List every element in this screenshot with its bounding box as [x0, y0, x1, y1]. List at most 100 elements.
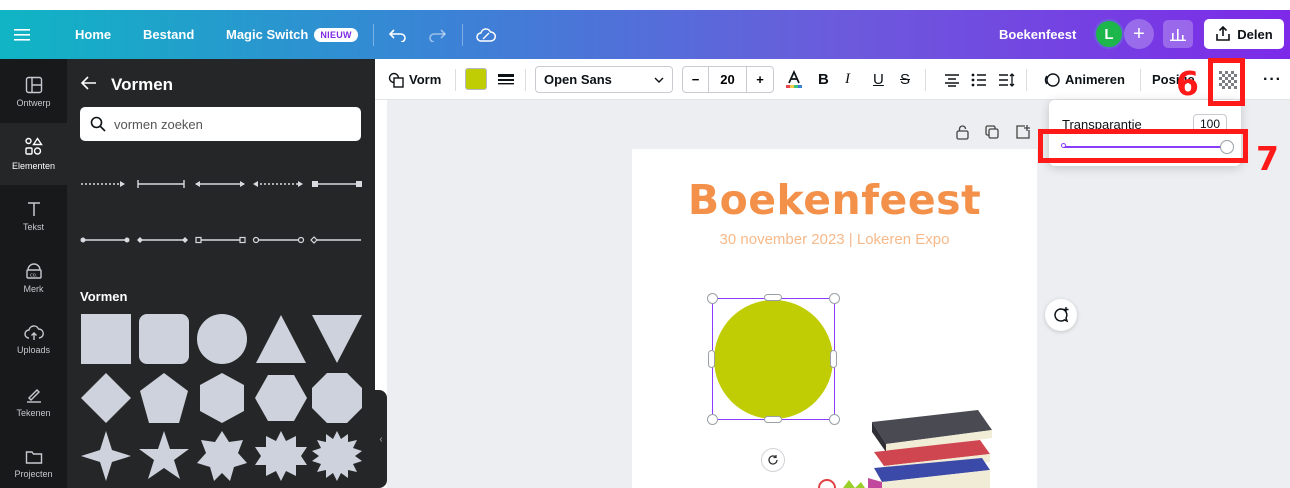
upload-cloud-icon — [23, 325, 44, 340]
panel-title: Vormen — [111, 75, 174, 94]
add-comment-button[interactable] — [1045, 299, 1077, 331]
menu-icon[interactable] — [14, 10, 30, 59]
draw-icon — [26, 389, 41, 403]
resize-handle-bottom[interactable] — [764, 416, 782, 423]
cloud-sync-icon[interactable] — [476, 10, 496, 59]
left-rail: Ontwerp Elementen Tekst co. Merk Uploads… — [0, 59, 67, 488]
search-input[interactable] — [114, 116, 354, 132]
annotation-box-6 — [1208, 58, 1245, 106]
back-arrow-icon[interactable] — [80, 75, 97, 95]
nav-home[interactable]: Home — [75, 10, 111, 59]
new-badge: NIEUW — [314, 27, 358, 42]
context-toolbar: Vorm Open Sans − 20 + B I U S Animeren P… — [375, 59, 1290, 100]
shape-search[interactable] — [80, 107, 361, 141]
rail-item-tekst[interactable]: Tekst — [0, 185, 67, 247]
bold-button[interactable]: B — [818, 59, 829, 100]
shapes-row-2[interactable] — [80, 372, 363, 424]
resize-handle-tr[interactable] — [829, 293, 840, 304]
line-styles-row-1[interactable] — [80, 177, 363, 191]
shapes-row-1[interactable] — [80, 313, 363, 365]
text-icon — [27, 202, 40, 216]
shapes-row-3[interactable] — [80, 430, 363, 482]
share-button[interactable]: Delen — [1204, 19, 1284, 49]
rotate-icon — [768, 455, 778, 465]
rail-label: Elementen — [11, 161, 56, 171]
rail-item-merk[interactable]: co. Merk — [0, 247, 67, 309]
font-size-value[interactable]: 20 — [709, 67, 747, 92]
rail-item-tekenen[interactable]: Tekenen — [0, 371, 67, 433]
selection-box — [712, 298, 835, 420]
canvas-subtitle[interactable]: 30 november 2023 | Lokeren Expo — [632, 231, 1037, 248]
resize-handle-top[interactable] — [764, 294, 782, 301]
redo-icon[interactable] — [428, 10, 446, 59]
share-icon — [1216, 26, 1231, 41]
nav-magic-switch[interactable]: Magic Switch NIEUW — [226, 10, 358, 59]
font-family-value: Open Sans — [544, 72, 612, 87]
fill-color-swatch[interactable] — [465, 68, 487, 90]
resize-handle-br[interactable] — [829, 414, 840, 425]
resize-handle-right[interactable] — [830, 350, 837, 368]
shape-type-icon — [388, 72, 404, 88]
annotation-number-7: 7 — [1256, 139, 1279, 178]
books-illustration[interactable] — [862, 408, 994, 488]
align-center-icon[interactable] — [944, 59, 960, 100]
shapes-panel: Vormen Vormen — [67, 59, 375, 488]
resize-handle-tl[interactable] — [707, 293, 718, 304]
annotation-number-6: 6 — [1176, 64, 1199, 103]
magic-switch-label: Magic Switch — [226, 27, 309, 42]
share-label: Delen — [1237, 26, 1273, 42]
border-style-icon[interactable] — [498, 59, 514, 100]
avatar[interactable]: L — [1094, 19, 1124, 49]
add-page-icon[interactable] — [1016, 123, 1030, 141]
leaf-decoration — [818, 479, 865, 488]
elements-icon — [24, 137, 43, 155]
font-size-stepper[interactable]: − 20 + — [682, 66, 774, 93]
animate-label: Animeren — [1065, 72, 1125, 87]
rotate-handle[interactable] — [761, 448, 785, 472]
rail-item-elementen[interactable]: Elementen — [0, 123, 67, 185]
rail-label: Merk — [23, 284, 44, 294]
add-collaborator-icon[interactable]: + — [1124, 19, 1154, 49]
rail-label: Tekst — [22, 222, 44, 232]
font-family-select[interactable]: Open Sans — [535, 66, 673, 93]
rail-label: Uploads — [16, 345, 51, 355]
more-options-button[interactable]: ··· — [1263, 59, 1282, 100]
search-icon — [90, 116, 106, 132]
rail-item-uploads[interactable]: Uploads — [0, 309, 67, 371]
divider — [373, 24, 374, 46]
strikethrough-button[interactable]: S — [900, 59, 910, 100]
panel-header: Vormen — [80, 73, 174, 97]
font-size-increase-button[interactable]: + — [747, 67, 773, 92]
divider — [525, 69, 526, 91]
animate-button[interactable]: Animeren — [1044, 59, 1125, 100]
undo-icon[interactable] — [389, 10, 407, 59]
list-icon[interactable] — [971, 59, 987, 100]
svg-text:co.: co. — [30, 273, 38, 279]
line-styles-row-2[interactable] — [80, 233, 363, 247]
underline-button[interactable]: U — [873, 59, 884, 100]
insights-icon[interactable] — [1163, 20, 1193, 48]
resize-handle-left[interactable] — [708, 350, 715, 368]
nav-bestand[interactable]: Bestand — [143, 10, 194, 59]
rail-label: Tekenen — [16, 408, 51, 418]
design-name[interactable]: Boekenfeest — [999, 10, 1076, 59]
animate-icon — [1044, 72, 1060, 87]
rail-label: Ontwerp — [16, 98, 51, 108]
text-color-icon[interactable] — [785, 59, 803, 100]
collapse-panel-icon[interactable]: ‹ — [375, 390, 387, 488]
line-spacing-icon[interactable] — [998, 59, 1016, 100]
italic-button[interactable]: I — [845, 59, 850, 100]
resize-handle-bl[interactable] — [707, 414, 718, 425]
rail-item-ontwerp[interactable]: Ontwerp — [0, 61, 67, 123]
duplicate-page-icon[interactable] — [985, 123, 999, 141]
rail-label: Projecten — [14, 469, 53, 479]
font-size-decrease-button[interactable]: − — [683, 67, 709, 92]
divider — [455, 69, 456, 91]
divider — [1140, 69, 1141, 91]
folder-icon — [25, 451, 42, 464]
rail-item-projecten[interactable]: Projecten — [0, 433, 67, 488]
canvas-title[interactable]: Boekenfeest — [632, 176, 1037, 224]
divider — [1026, 69, 1027, 91]
shape-type-button[interactable]: Vorm — [388, 59, 441, 100]
lock-icon[interactable] — [956, 123, 969, 141]
